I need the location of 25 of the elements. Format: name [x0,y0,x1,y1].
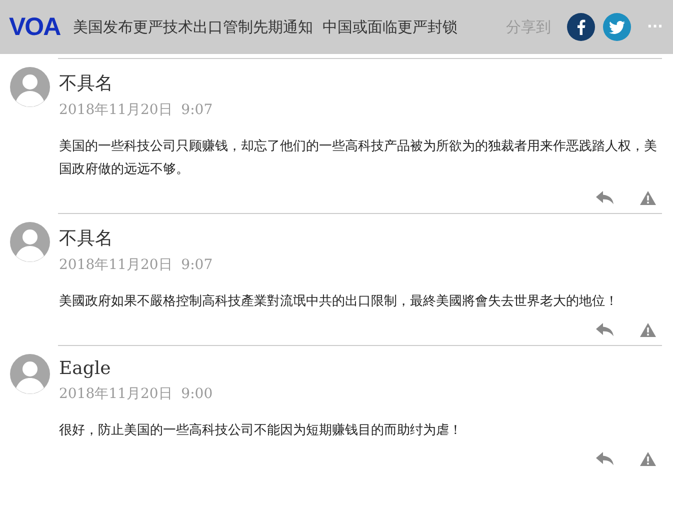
comment-date: 2018年11月20日 9:07 [59,101,214,119]
avatar-icon [10,67,50,107]
comment-text: 美國政府如果不嚴格控制高科技產業對流氓中共的出口限制，最終美國將會失去世界老大的地位！ [59,293,619,311]
comment-author: 不具名 [59,72,114,95]
twitter-button[interactable] [603,13,632,41]
bird-icon [609,20,626,34]
warning-icon[interactable] [640,191,656,205]
more-button[interactable]: ··· [647,19,663,35]
comment-text: 美国的一些科技公司只顾赚钱，却忘了他们的一些高科技产品被为所欲为的独裁者用来作恶践踏人权，美国政府做的远远不够。 [59,138,658,179]
warning-icon[interactable] [640,323,656,337]
avatar-icon [10,354,50,394]
comment-author: Eagle [59,358,112,379]
reply-icon[interactable] [596,191,614,205]
comment-author: 不具名 [59,227,114,250]
avatar-icon [10,222,50,262]
logo: VOA [9,12,60,42]
warning-icon[interactable] [640,452,656,466]
facebook-button[interactable] [567,13,596,41]
comment-text: 很好，防止美国的一些高科技公司不能因为短期赚钱目的而助纣为虐！ [59,422,463,440]
comment-date: 2018年11月20日 9:00 [59,385,214,403]
comment-date: 2018年11月20日 9:07 [59,256,214,274]
facebook-icon [576,19,586,35]
reply-icon[interactable] [596,323,614,337]
reply-icon[interactable] [596,452,614,466]
article-title: 美国发布更严技术出口管制先期通知 中国或面临更严封锁 [73,18,459,36]
